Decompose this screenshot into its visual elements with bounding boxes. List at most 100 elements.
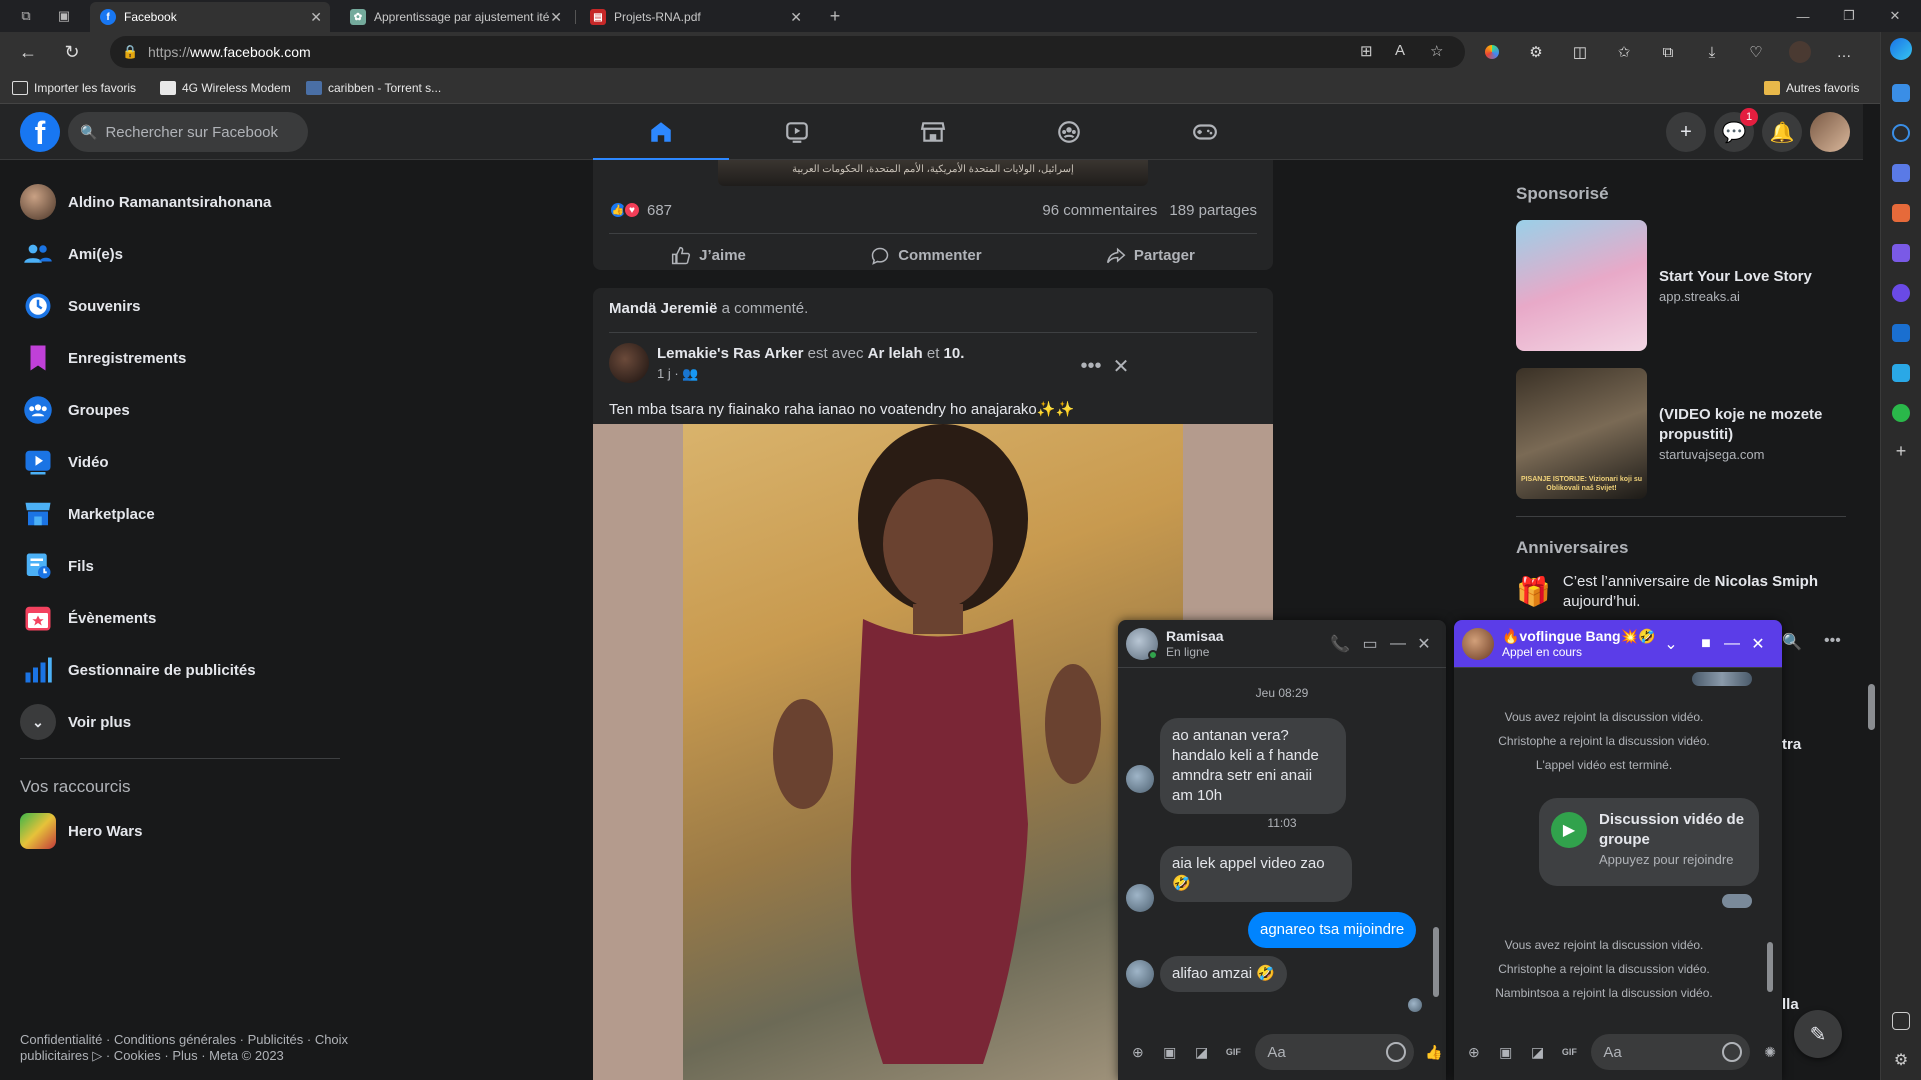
- sticker-icon[interactable]: ◪: [1190, 1040, 1214, 1064]
- more-menu-icon[interactable]: …: [1832, 40, 1856, 64]
- sidebar-item-see-more[interactable]: ⌄ Voir plus: [8, 696, 352, 748]
- search-icon[interactable]: [1892, 124, 1910, 142]
- tab-chatgpt[interactable]: ✿ Apprentissage par ajustement ité ✕: [340, 2, 570, 32]
- collections-icon[interactable]: ⧉: [1656, 40, 1680, 64]
- profile-avatar[interactable]: [1788, 40, 1812, 64]
- author-avatar[interactable]: [609, 343, 649, 383]
- chevron-down-icon[interactable]: ⌄: [1659, 632, 1683, 656]
- workspaces-icon[interactable]: ⧉: [8, 0, 44, 32]
- performance-icon[interactable]: ♡: [1744, 40, 1768, 64]
- favorites-icon[interactable]: ✩: [1612, 40, 1636, 64]
- image-icon[interactable]: ▣: [1158, 1040, 1182, 1064]
- nav-video[interactable]: [729, 104, 865, 160]
- account-avatar[interactable]: [1810, 112, 1850, 152]
- sidebar-item-memories[interactable]: Souvenirs: [8, 280, 352, 332]
- bookmark-modem[interactable]: 4G Wireless Modem: [160, 78, 291, 98]
- sticker-icon[interactable]: ◪: [1526, 1040, 1550, 1064]
- custom-emoji-icon[interactable]: ✺: [1758, 1040, 1782, 1064]
- refresh-icon[interactable]: ↻: [58, 38, 86, 66]
- like-button[interactable]: J’aime: [641, 238, 776, 274]
- messenger-button[interactable]: 💬 1: [1714, 108, 1758, 152]
- gif-icon[interactable]: GIF: [1221, 1040, 1245, 1064]
- group-video-call-card[interactable]: ▶ Discussion vidéo de groupe Appuyez pou…: [1539, 798, 1759, 886]
- copilot-icon[interactable]: [1892, 284, 1910, 302]
- extension-colorful-icon[interactable]: [1480, 40, 1504, 64]
- reaction-count[interactable]: 687: [647, 202, 672, 219]
- plus-circle-icon[interactable]: ⊕: [1126, 1040, 1150, 1064]
- sidebar-item-friends[interactable]: Ami(e)s: [8, 228, 352, 280]
- url-field[interactable]: 🔒 https://www.facebook.com ⊞ A ☆: [110, 36, 1465, 68]
- shortcut-hero-wars[interactable]: Hero Wars: [8, 805, 352, 857]
- post-image[interactable]: إسرائيل، الولايات المتحدة الأمريكية، الأ…: [718, 160, 1148, 186]
- image-icon[interactable]: ▣: [1494, 1040, 1518, 1064]
- bookmark-import[interactable]: Importer les favoris: [12, 78, 136, 98]
- restore-button[interactable]: ❐: [1826, 0, 1872, 32]
- message-input[interactable]: Aa: [1255, 1034, 1415, 1070]
- new-message-button[interactable]: ✎: [1794, 1010, 1842, 1058]
- tree-icon[interactable]: [1892, 404, 1910, 422]
- footer-links[interactable]: Confidentialité · Conditions générales ·…: [20, 1032, 360, 1064]
- contacts-options-icon[interactable]: •••: [1824, 632, 1841, 650]
- sidebar-item-events[interactable]: Évènements: [8, 592, 352, 644]
- page-scrollbar[interactable]: [1863, 104, 1880, 1080]
- video-call-icon[interactable]: ▭: [1358, 632, 1382, 656]
- author-name[interactable]: Lemakie's Ras Arker: [657, 345, 803, 362]
- birthday-item[interactable]: 🎁 C’est l’anniversaire de Nicolas Smiph …: [1516, 572, 1846, 612]
- contact-name-clipped[interactable]: lla: [1782, 996, 1799, 1013]
- notifications-button[interactable]: 🔔: [1762, 112, 1802, 152]
- close-window-button[interactable]: ✕: [1872, 0, 1918, 32]
- scrollbar-thumb[interactable]: [1433, 927, 1439, 997]
- extensions-icon[interactable]: ⚙: [1524, 40, 1548, 64]
- sidebar-item-groups[interactable]: Groupes: [8, 384, 352, 436]
- minimize-icon[interactable]: —: [1386, 632, 1410, 656]
- sidebar-item-video[interactable]: Vidéo: [8, 436, 352, 488]
- post-time[interactable]: 1 j ·: [657, 366, 679, 381]
- minimize-icon[interactable]: —: [1720, 632, 1744, 656]
- sidebar-item-saved[interactable]: Enregistrements: [8, 332, 352, 384]
- emoji-icon[interactable]: [1722, 1042, 1743, 1062]
- tagged-others[interactable]: 10.: [944, 345, 965, 362]
- downloads-icon[interactable]: ⤓: [1700, 40, 1724, 64]
- nav-marketplace[interactable]: [865, 104, 1001, 160]
- sidebar-item-ads-manager[interactable]: Gestionnaire de publicités: [8, 644, 352, 696]
- search-bar[interactable]: 🔍: [68, 112, 308, 152]
- contact-name-clipped[interactable]: tra: [1782, 736, 1801, 753]
- close-tab-icon[interactable]: ✕: [310, 9, 322, 26]
- birthday-name[interactable]: Nicolas Smiph: [1715, 573, 1818, 590]
- tab-pdf[interactable]: ▤ Projets-RNA.pdf ✕: [580, 2, 810, 32]
- message-input[interactable]: Aa: [1591, 1034, 1751, 1070]
- new-tab-button[interactable]: +: [820, 0, 850, 32]
- split-screen-icon[interactable]: ◫: [1568, 40, 1592, 64]
- facebook-logo[interactable]: f: [20, 112, 60, 152]
- sidebar-item-profile[interactable]: Aldino Ramanantsirahonana: [8, 176, 352, 228]
- close-tab-icon[interactable]: ✕: [550, 9, 562, 26]
- share-count[interactable]: 189 partages: [1169, 202, 1257, 219]
- close-icon[interactable]: ✕: [1746, 632, 1770, 656]
- tagged-name[interactable]: Ar lelah: [868, 345, 923, 362]
- notification-bell-icon[interactable]: [1892, 84, 1910, 102]
- nav-gaming[interactable]: [1137, 104, 1273, 160]
- scrollbar-thumb[interactable]: [1767, 942, 1773, 992]
- message-bubble[interactable]: ao antanan vera?handalo keli a f hande a…: [1160, 718, 1346, 814]
- chat-scrollbar[interactable]: [1432, 672, 1440, 1022]
- shopping-tag-icon[interactable]: [1892, 164, 1910, 182]
- chat-scrollbar[interactable]: [1766, 672, 1774, 1022]
- minimize-button[interactable]: —: [1780, 0, 1826, 32]
- app-available-icon[interactable]: ⊞: [1360, 42, 1373, 60]
- thumbs-up-icon[interactable]: 👍: [1422, 1040, 1446, 1064]
- add-icon[interactable]: +: [1892, 442, 1910, 460]
- ad-item[interactable]: Start Your Love Story app.streaks.ai: [1516, 220, 1812, 351]
- search-contacts-icon[interactable]: 🔍: [1782, 632, 1802, 652]
- tools-icon[interactable]: [1892, 204, 1910, 222]
- create-plus-button[interactable]: +: [1666, 112, 1706, 152]
- outlook-icon[interactable]: [1892, 324, 1910, 342]
- settings-gear-icon[interactable]: ⚙: [1892, 1052, 1910, 1070]
- phone-icon[interactable]: 📞: [1328, 632, 1352, 656]
- bing-copilot-icon[interactable]: [1890, 38, 1912, 60]
- bookmark-torrent[interactable]: caribben - Torrent s...: [306, 78, 441, 98]
- back-arrow-icon[interactable]: ←: [14, 38, 42, 66]
- tab-facebook[interactable]: f Facebook ✕: [90, 2, 330, 32]
- close-icon[interactable]: ✕: [1412, 632, 1436, 656]
- message-bubble[interactable]: alifao amzai 🤣: [1160, 956, 1287, 992]
- tab-actions-icon[interactable]: ▣: [46, 0, 82, 32]
